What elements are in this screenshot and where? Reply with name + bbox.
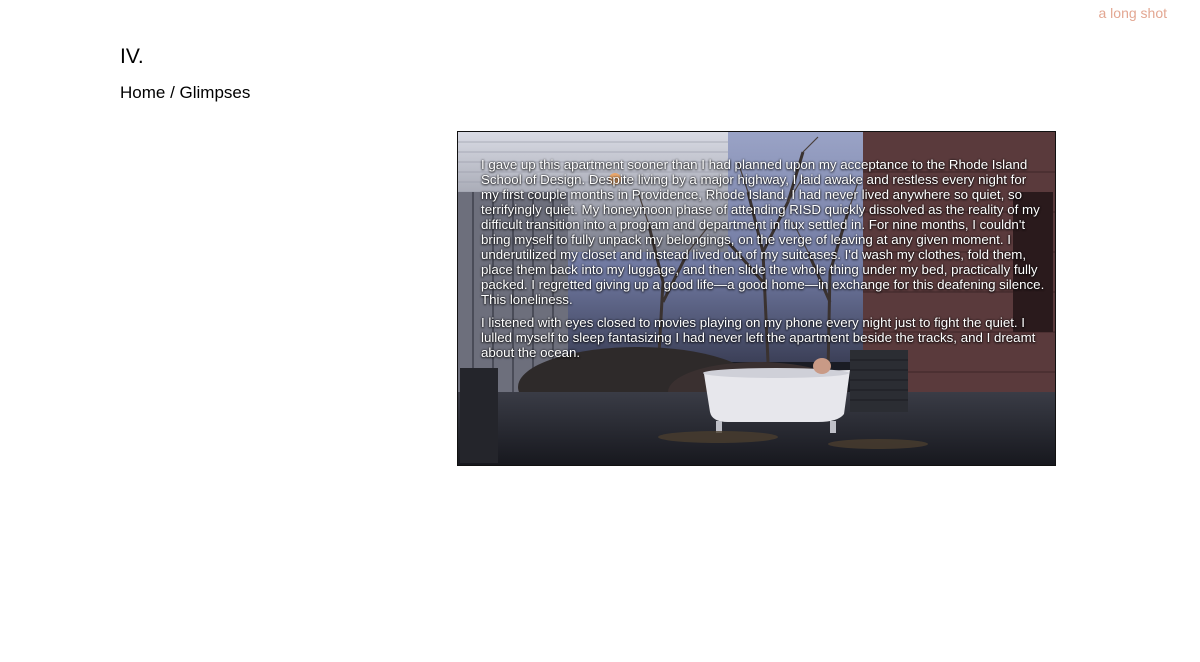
breadcrumb: Home / Glimpses <box>120 83 250 103</box>
story-paragraph-2: I listened with eyes closed to movies pl… <box>481 315 1036 360</box>
site-title-link[interactable]: a long shot <box>1099 5 1168 21</box>
chapter-title: IV. <box>120 45 144 68</box>
breadcrumb-separator: / <box>165 83 180 102</box>
story-text: I gave up this apartment sooner than I h… <box>481 157 1045 368</box>
breadcrumb-current-link[interactable]: Glimpses <box>180 83 251 102</box>
story-paragraph-1: I gave up this apartment sooner than I h… <box>481 157 1045 307</box>
featured-image: I gave up this apartment sooner than I h… <box>457 131 1056 466</box>
page: a long shot IV. Home / Glimpses I gave u… <box>0 0 1200 662</box>
breadcrumb-home-link[interactable]: Home <box>120 83 165 102</box>
